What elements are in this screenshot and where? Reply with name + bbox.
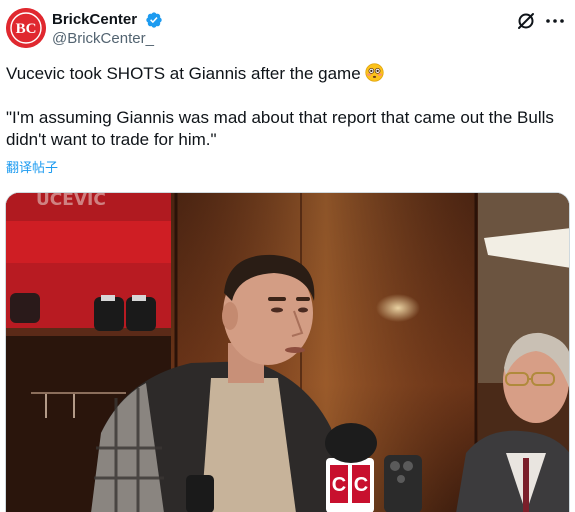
tweet-card: BC BrickCenter @BrickCenter_ Vucevic too… [0,0,575,512]
tweet-header: BC BrickCenter @BrickCenter_ [6,8,566,48]
svg-text:C: C [332,474,346,496]
flushed-face-emoji-icon [365,63,384,82]
tweet-media-video[interactable]: UCEVIC C C [5,192,570,512]
svg-text:UCEVIC: UCEVIC [36,193,106,210]
media-scene: UCEVIC C C [6,193,569,512]
avatar[interactable]: BC [6,8,46,48]
verified-badge-icon [146,12,162,28]
translate-post-link[interactable]: 翻译帖子 [6,161,58,177]
tweet-text: Vucevic took SHOTS at Giannis after the … [6,63,566,151]
avatar-logo-icon: BC [6,8,46,48]
svg-text:BC: BC [16,21,37,37]
tweet-text-quote: "I'm assuming Giannis was mad about that… [6,108,554,149]
svg-text:C: C [354,474,368,496]
author-display-name[interactable]: BrickCenter [52,11,137,29]
grok-icon[interactable] [516,11,536,31]
more-icon[interactable] [544,11,566,31]
tweet-text-line1: Vucevic took SHOTS at Giannis after the … [6,64,361,83]
tweet-text-line: Vucevic took SHOTS at Giannis after the … [6,63,566,85]
author-handle[interactable]: @BrickCenter_ [52,30,154,48]
